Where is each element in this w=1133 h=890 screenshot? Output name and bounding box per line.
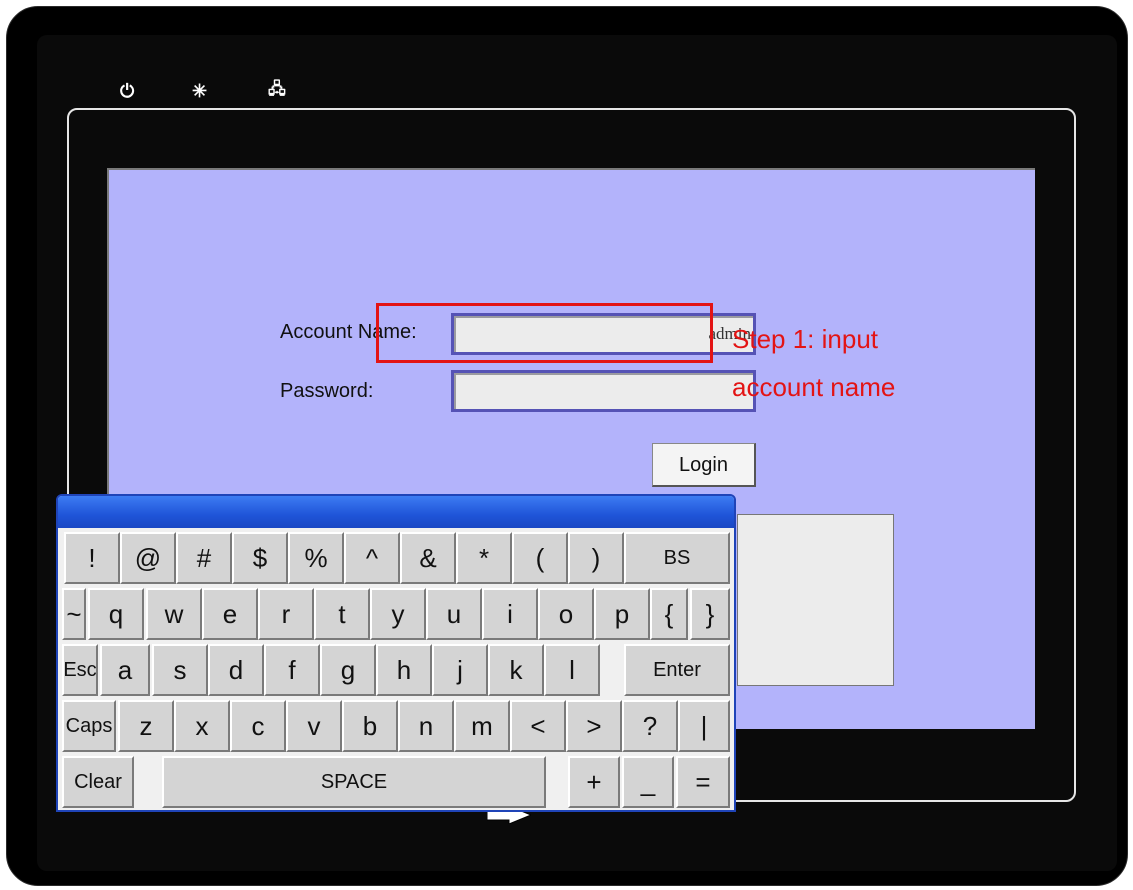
key-i[interactable]: i: [482, 588, 538, 640]
key-esc[interactable]: Esc: [62, 644, 98, 696]
key-y[interactable]: y: [370, 588, 426, 640]
key-ampersand[interactable]: &: [400, 532, 456, 584]
key-plus[interactable]: +: [568, 756, 620, 808]
key-c[interactable]: c: [230, 700, 286, 752]
key-pipe[interactable]: |: [678, 700, 730, 752]
key-p[interactable]: p: [594, 588, 650, 640]
password-field[interactable]: [451, 370, 756, 412]
key-lparen[interactable]: (: [512, 532, 568, 584]
key-w[interactable]: w: [146, 588, 202, 640]
key-dollar[interactable]: $: [232, 532, 288, 584]
key-tilde[interactable]: ~: [62, 588, 86, 640]
key-l[interactable]: l: [544, 644, 600, 696]
key-q[interactable]: q: [88, 588, 144, 640]
key-enter[interactable]: Enter: [624, 644, 730, 696]
key-at[interactable]: @: [120, 532, 176, 584]
key-m[interactable]: m: [454, 700, 510, 752]
key-caret[interactable]: ^: [344, 532, 400, 584]
key-underscore[interactable]: _: [622, 756, 674, 808]
key-clear[interactable]: Clear: [62, 756, 134, 808]
key-s[interactable]: s: [152, 644, 208, 696]
key-x[interactable]: x: [174, 700, 230, 752]
login-button[interactable]: Login: [652, 443, 756, 487]
key-j[interactable]: j: [432, 644, 488, 696]
key-rbrace[interactable]: }: [690, 588, 730, 640]
key-o[interactable]: o: [538, 588, 594, 640]
key-k[interactable]: k: [488, 644, 544, 696]
key-bs[interactable]: BS: [624, 532, 730, 584]
network-icon: 🖧: [268, 81, 286, 98]
brightness-icon: ✳: [192, 81, 208, 101]
key-u[interactable]: u: [426, 588, 482, 640]
key-d[interactable]: d: [208, 644, 264, 696]
key-lbrace[interactable]: {: [650, 588, 688, 640]
key-e[interactable]: e: [202, 588, 258, 640]
annotation-line1: Step 1: input: [732, 324, 878, 354]
power-icon: ⏻: [120, 81, 135, 101]
key-asterisk[interactable]: *: [456, 532, 512, 584]
annotation-highlight-box: [376, 303, 713, 363]
key-exclam[interactable]: !: [64, 532, 120, 584]
key-h[interactable]: h: [376, 644, 432, 696]
message-panel: [737, 514, 894, 686]
key-z[interactable]: z: [118, 700, 174, 752]
key-v[interactable]: v: [286, 700, 342, 752]
key-hash[interactable]: #: [176, 532, 232, 584]
key-r[interactable]: r: [258, 588, 314, 640]
keyboard-title-bar[interactable]: [58, 496, 734, 528]
key-percent[interactable]: %: [288, 532, 344, 584]
key-g[interactable]: g: [320, 644, 376, 696]
key-b[interactable]: b: [342, 700, 398, 752]
key-rparen[interactable]: ): [568, 532, 624, 584]
virtual-keyboard: ! @ # $% ^ & *() BS ~ q w e r t y u i o p{} Esc a s d f g h j k l Ent…: [56, 494, 736, 812]
key-gt[interactable]: >: [566, 700, 622, 752]
key-caps[interactable]: Caps: [62, 700, 116, 752]
key-lt[interactable]: <: [510, 700, 566, 752]
password-label: Password:: [280, 380, 374, 402]
key-t[interactable]: t: [314, 588, 370, 640]
key-f[interactable]: f: [264, 644, 320, 696]
key-n[interactable]: n: [398, 700, 454, 752]
key-question[interactable]: ?: [622, 700, 678, 752]
annotation-line2: account name: [732, 372, 896, 402]
key-equals[interactable]: =: [676, 756, 730, 808]
key-a[interactable]: a: [100, 644, 150, 696]
key-space[interactable]: SPACE: [162, 756, 546, 808]
